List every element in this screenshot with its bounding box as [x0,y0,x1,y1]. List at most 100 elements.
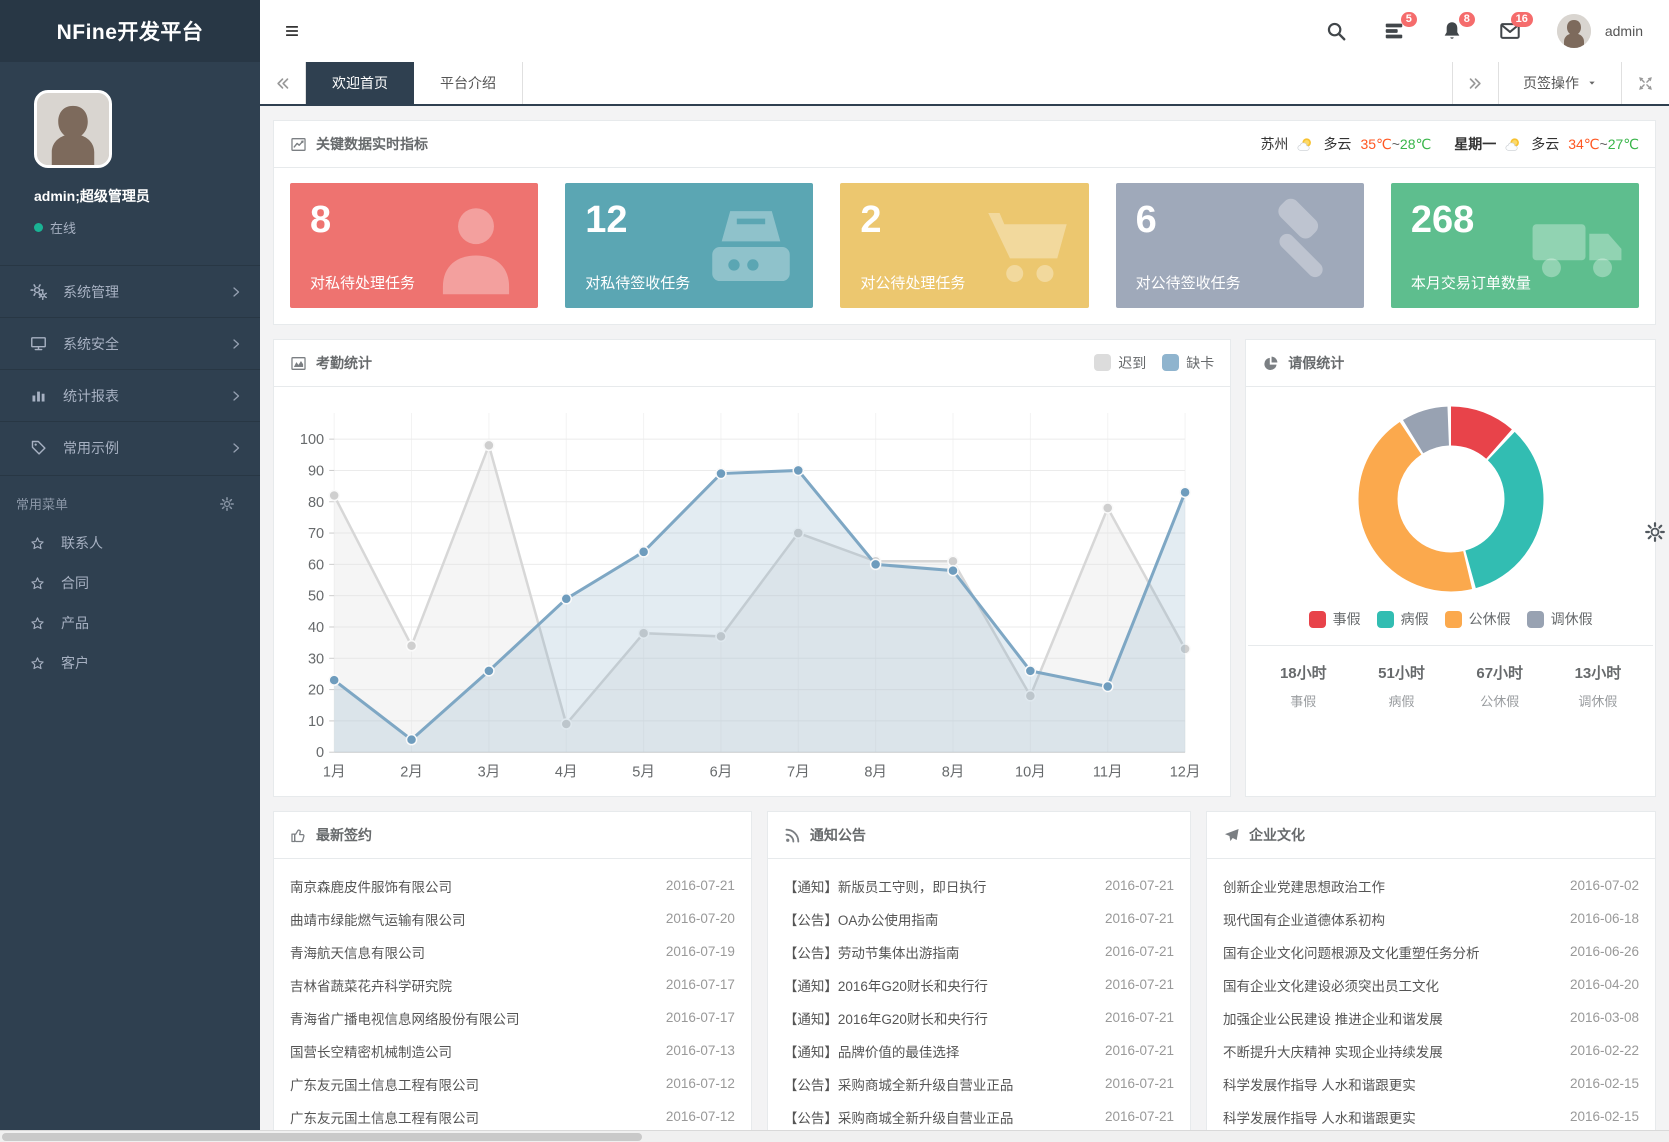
list-item[interactable]: 创新企业党建思想政治工作2016-07-02 [1223,869,1639,902]
star-icon [30,616,45,631]
notices-list: 【通知】新版员工守则，即日执行2016-07-21【公告】OA办公使用指南201… [768,859,1190,1130]
sidebar-item-系统安全[interactable]: 系统安全 [0,317,260,369]
topbar-avatar[interactable] [1557,14,1591,48]
horizontal-scrollbar[interactable] [0,1130,1669,1142]
legend-item-公休假[interactable]: 公休假 [1445,609,1511,629]
list-item-date: 2016-07-02 [1570,878,1639,893]
star-icon [30,576,45,591]
quick-item-合同[interactable]: 合同 [0,563,260,603]
tab-actions-dropdown[interactable]: 页签操作 [1498,62,1621,104]
list-item[interactable]: 【通知】品牌价值的最佳选择2016-07-21 [784,1034,1174,1067]
stat-card-4[interactable]: 6对公待签收任务 [1116,183,1364,308]
list-item[interactable]: 不断提升大庆精神 实现企业持续发展2016-02-22 [1223,1034,1639,1067]
legend-item-缺卡[interactable]: 缺卡 [1162,353,1214,373]
tab-平台介绍[interactable]: 平台介绍 [414,62,523,104]
desktop-icon [30,335,47,352]
search-icon[interactable] [1325,20,1347,42]
legend-item-迟到[interactable]: 迟到 [1094,353,1146,373]
list-item[interactable]: 青海航天信息有限公司2016-07-19 [290,935,735,968]
stat-card-3[interactable]: 2对公待处理任务 [840,183,1088,308]
star-icon [30,536,45,551]
list-item[interactable]: 【公告】劳动节集体出游指南2016-07-21 [784,935,1174,968]
list-item-date: 2016-07-21 [1105,1010,1174,1025]
bell-icon[interactable]: 8 [1441,20,1463,42]
list-item[interactable]: 青海省广播电视信息网络股份有限公司2016-07-17 [290,1001,735,1034]
list-item-name: 【通知】2016年G20财长和央行行 [784,975,998,995]
list-item[interactable]: 【通知】新版员工守则，即日执行2016-07-21 [784,869,1174,902]
list-item-name: 【公告】采购商城全新升级自营业正品 [784,1107,1024,1127]
list-item[interactable]: 广东友元国土信息工程有限公司2016-07-12 [290,1067,735,1100]
truck-icon [1525,195,1629,299]
leave-stat-value: 18小时 [1254,662,1352,683]
mail-icon[interactable]: 16 [1499,20,1521,42]
user-profile: admin;超级管理员 在线 [0,62,260,251]
stat-card-2[interactable]: 12对私待签收任务 [565,183,813,308]
tasks-icon[interactable]: 5 [1383,20,1405,42]
list-item-date: 2016-07-21 [1105,911,1174,926]
settings-gear-icon[interactable] [1645,522,1665,542]
list-item-date: 2016-07-21 [1105,1076,1174,1091]
scrollbar-thumb[interactable] [2,1133,642,1141]
tabs-scroll-left-button[interactable] [260,62,306,104]
svg-text:60: 60 [308,557,324,573]
svg-text:8月: 8月 [864,764,887,780]
leave-donut-chart[interactable] [1246,387,1655,599]
list-item-name: 【通知】品牌价值的最佳选择 [784,1041,970,1061]
legend-item-调休假[interactable]: 调休假 [1527,609,1593,629]
latest-contracts-header: 最新签约 [274,812,751,859]
legend-item-病假[interactable]: 病假 [1377,609,1429,629]
quick-item-产品[interactable]: 产品 [0,603,260,643]
weather-bar: 苏州 多云 35℃~28℃ 星期一 多云 34℃~27℃ [1260,134,1639,154]
sidebar-item-常用示例[interactable]: 常用示例 [0,421,260,473]
list-item-date: 2016-06-18 [1570,911,1639,926]
list-item[interactable]: 科学发展作指导 人水和谐跟更实2016-02-15 [1223,1100,1639,1130]
list-item[interactable]: 吉林省蔬菜花卉科学研究院2016-07-17 [290,968,735,1001]
tabs-scroll-right-button[interactable] [1452,62,1498,104]
attendance-line-chart[interactable]: 01020304050607080901001月2月3月4月5月6月7月8月8月… [274,387,1230,796]
list-item-name: 曲靖市绿能燃气运输有限公司 [290,909,476,929]
list-item[interactable]: 曲靖市绿能燃气运输有限公司2016-07-20 [290,902,735,935]
list-item[interactable]: 【通知】2016年G20财长和央行行2016-07-21 [784,1001,1174,1034]
quick-item-联系人[interactable]: 联系人 [0,523,260,563]
sidebar-item-系统管理[interactable]: 系统管理 [0,265,260,317]
list-item[interactable]: 广东友元国土信息工程有限公司2016-07-12 [290,1100,735,1130]
list-item[interactable]: 【公告】OA办公使用指南2016-07-21 [784,902,1174,935]
leave-legend: 事假 病假公休假调休假 [1246,599,1655,645]
list-item[interactable]: 国有企业文化问题根源及文化重塑任务分析2016-06-26 [1223,935,1639,968]
sidebar-item-统计报表[interactable]: 统计报表 [0,369,260,421]
leave-stat-公休假: 67小时公休假 [1451,662,1549,710]
list-item[interactable]: 南京森鹿皮件服饰有限公司2016-07-21 [290,869,735,902]
stat-card-1[interactable]: 8对私待处理任务 [290,183,538,308]
stat-card-5[interactable]: 268本月交易订单数量 [1391,183,1639,308]
svg-text:90: 90 [308,463,324,479]
tab-欢迎首页[interactable]: 欢迎首页 [306,62,414,104]
quick-item-客户[interactable]: 客户 [0,643,260,683]
avatar[interactable] [34,90,112,168]
svg-text:11月: 11月 [1093,764,1123,780]
list-item-date: 2016-06-26 [1570,944,1639,959]
chevrons-left-icon [275,76,290,91]
gavel-icon [1250,195,1354,299]
fullscreen-button[interactable] [1621,62,1669,104]
list-item[interactable]: 【通知】2016年G20财长和央行行2016-07-21 [784,968,1174,1001]
legend-item-事假[interactable]: 事假 [1309,609,1361,629]
list-item[interactable]: 国营长空精密机械制造公司2016-07-13 [290,1034,735,1067]
caret-down-icon [1587,79,1597,87]
topbar-username[interactable]: admin [1605,23,1643,39]
list-item[interactable]: 国有企业文化建设必须突出员工文化2016-04-20 [1223,968,1639,1001]
legend-swatch [1527,611,1544,628]
list-item[interactable]: 科学发展作指导 人水和谐跟更实2016-02-15 [1223,1067,1639,1100]
quick-item-label: 产品 [61,613,89,633]
cog-icon[interactable] [220,497,234,511]
list-item-name: 南京森鹿皮件服饰有限公司 [290,876,462,896]
hamburger-icon[interactable] [282,23,302,39]
list-item[interactable]: 加强企业公民建设 推进企业和谐发展2016-03-08 [1223,1001,1639,1034]
culture-header: 企业文化 [1207,812,1655,859]
list-item[interactable]: 【公告】采购商城全新升级自营业正品2016-07-21 [784,1067,1174,1100]
sidebar-item-label: 系统安全 [63,334,119,354]
list-item[interactable]: 【公告】采购商城全新升级自营业正品2016-07-21 [784,1100,1174,1130]
leave-stat-value: 13小时 [1549,662,1647,683]
legend-swatch [1377,611,1394,628]
legend-label: 病假 [1401,609,1429,629]
list-item[interactable]: 现代国有企业道德体系初构2016-06-18 [1223,902,1639,935]
